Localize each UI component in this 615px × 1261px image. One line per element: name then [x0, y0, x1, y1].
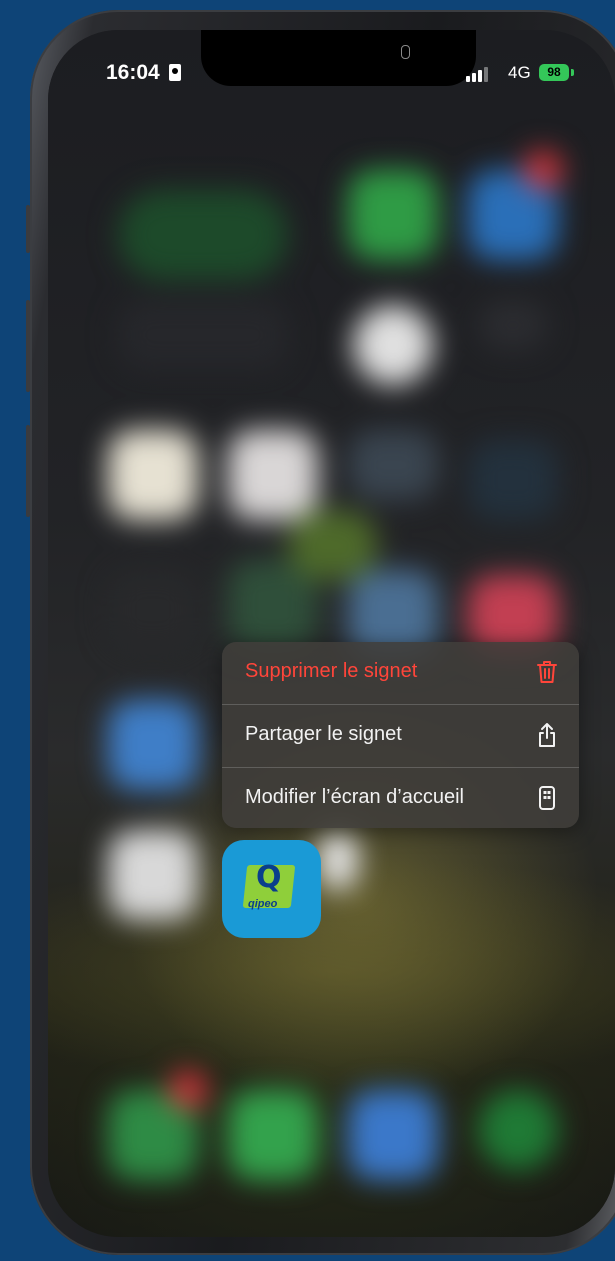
volume-down-button [26, 425, 30, 517]
phone-screen-icon [539, 786, 555, 810]
context-menu: Supprimer le signet Partager le signet M… [222, 642, 579, 828]
blurred-home-icons [48, 30, 615, 1237]
delete-bookmark-menu-item[interactable]: Supprimer le signet [222, 642, 579, 704]
status-time: 16:04 [106, 61, 160, 84]
qipeo-logo-letter: Q [256, 860, 282, 895]
contact-card-icon [169, 64, 181, 81]
privacy-indicator-icon [401, 45, 410, 59]
network-type: 4G [508, 63, 531, 82]
qipeo-app-icon[interactable]: Q qipeo [222, 840, 321, 938]
delete-bookmark-label: Supprimer le signet [245, 660, 418, 682]
action-button [26, 205, 30, 253]
qipeo-logo-text: qipeo [248, 898, 278, 910]
battery-indicator: 98 [539, 64, 569, 81]
home-screen: 16:04 4G 98 Supprimer le signet Partager… [48, 30, 615, 1237]
cellular-signal-icon [466, 66, 496, 82]
edit-home-screen-label: Modifier l’écran d’accueil [245, 786, 464, 808]
volume-up-button [26, 300, 30, 392]
share-bookmark-menu-item[interactable]: Partager le signet [222, 705, 579, 767]
share-icon [539, 723, 555, 747]
share-bookmark-label: Partager le signet [245, 723, 402, 745]
battery-cap [571, 69, 574, 76]
trash-icon [537, 661, 557, 683]
edit-home-screen-menu-item[interactable]: Modifier l’écran d’accueil [222, 768, 579, 828]
dynamic-island [201, 30, 476, 86]
